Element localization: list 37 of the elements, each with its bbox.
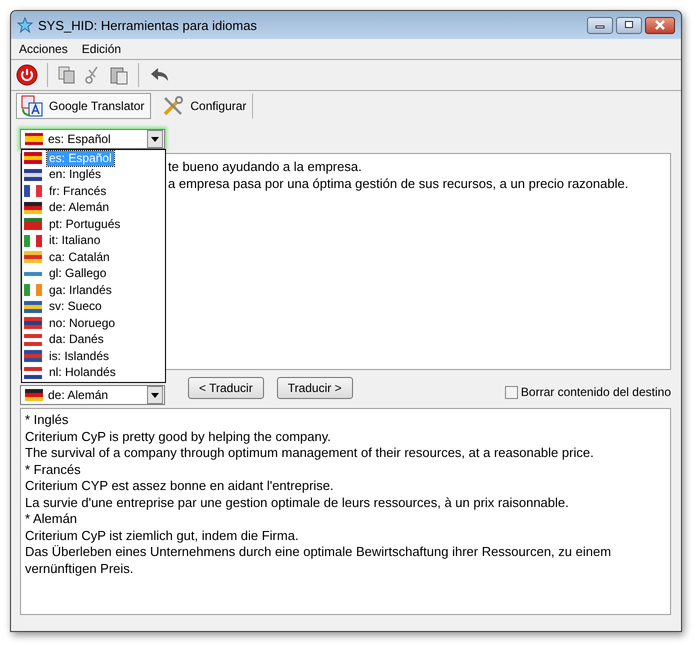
maximize-button[interactable] [616, 16, 642, 34]
source-language-select[interactable]: es: Español [20, 129, 165, 149]
language-option[interactable]: fr: Francés [24, 183, 165, 200]
language-option[interactable]: sv: Sueco [24, 298, 165, 315]
dropdown-arrow-icon [151, 136, 159, 142]
language-option[interactable]: no: Noruego [24, 315, 165, 332]
language-option[interactable]: de: Alemán [24, 200, 165, 216]
target-language-select[interactable]: de: Alemán [20, 385, 165, 405]
window-title: SYS_HID: Herramientas para idiomas [38, 18, 257, 32]
menu-item[interactable]: Edición [82, 42, 122, 56]
language-option[interactable]: en: Inglés [24, 166, 165, 183]
maximize-icon [624, 21, 634, 29]
close-button[interactable] [645, 16, 675, 34]
translate-button[interactable]: < Traducir [188, 377, 264, 399]
tab[interactable]: Google Translator [16, 93, 152, 119]
power-icon[interactable] [16, 64, 38, 86]
close-icon [654, 20, 666, 30]
target-text-area[interactable]: * Inglés Criterium CyP is pretty good by helping the company. The survival of a company through optimum management of their resources, at a reasonable price. * Francés Criterium CYP est assez bonne en aidant l'entreprise. La survie d'une entreprise par une gestion optimale de leurs ressources, à un prix raisonnable. * Alemán Criterium CyP ist ziemlich gut, indem die Firma. Das Überleben eines Unternehmens durch eine optimale Bewirtschaftung ihrer Ressourcen, zu einem vernünftigen Preis. [20, 408, 671, 615]
translate-icon [21, 95, 43, 117]
app-icon [17, 17, 33, 33]
checkbox-label[interactable]: Borrar contenido del destino [520, 385, 671, 399]
language-option[interactable]: it: Italiano [24, 232, 165, 249]
tab[interactable]: Configurar [157, 93, 254, 119]
checkbox[interactable] [504, 386, 518, 398]
tools-icon [162, 95, 184, 117]
translate-button[interactable]: Traducir > [276, 377, 353, 399]
minimize-button[interactable] [587, 16, 613, 34]
language-option[interactable]: da: Danés [24, 332, 165, 348]
copy-icon[interactable] [57, 65, 77, 85]
language-option[interactable]: ga: Irlandés [24, 282, 165, 298]
menu-item[interactable]: Acciones [19, 42, 68, 56]
language-option[interactable]: is: Islandés [24, 348, 165, 364]
dropdown-arrow-icon [151, 392, 159, 398]
paste-icon[interactable] [109, 65, 129, 85]
language-option[interactable]: pt: Portugués [24, 216, 165, 232]
language-option[interactable]: gl: Gallego [24, 266, 165, 282]
language-option[interactable]: ca: Catalán [24, 249, 165, 266]
